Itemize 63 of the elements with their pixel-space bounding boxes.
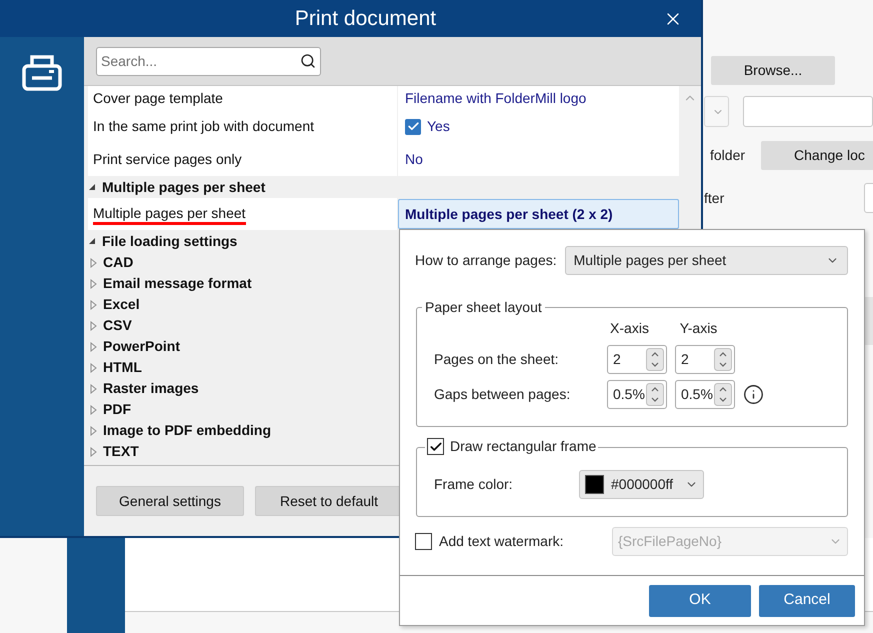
expanded-triangle-icon[interactable] [88, 237, 96, 245]
property-label: In the same print job with document [88, 110, 397, 143]
stepper-arrows-icon[interactable] [714, 383, 732, 406]
color-swatch [585, 474, 604, 494]
stepper-arrows-icon[interactable] [646, 348, 664, 371]
spinner-value: 0.5% [613, 385, 646, 404]
collapsed-triangle-icon[interactable] [90, 300, 97, 310]
collapsed-triangle-icon[interactable] [90, 258, 97, 268]
footer-button[interactable]: General settings [96, 486, 244, 516]
printer-icon [21, 54, 63, 92]
property-value: Yes [427, 117, 450, 136]
property-label: Cover page template [88, 86, 397, 110]
browse-button[interactable]: Browse... [711, 56, 835, 85]
color-dropdown[interactable]: #000000ff [579, 470, 704, 498]
dialog-button[interactable]: OK [649, 584, 751, 616]
field-label: Frame color: [434, 474, 514, 494]
property-value: Filename with FolderMill logo [405, 88, 586, 108]
collapsed-triangle-icon[interactable] [90, 342, 97, 352]
property-value-field[interactable]: Multiple pages per sheet (2 x 2) [398, 199, 679, 229]
collapsed-triangle-icon[interactable] [90, 446, 97, 456]
arrange-label: How to arrange pages: [415, 251, 557, 270]
dialog-button[interactable]: Cancel [759, 584, 855, 616]
checkbox-label: Draw rectangular frame [450, 437, 596, 456]
checkbox[interactable] [427, 438, 444, 455]
collapsed-triangle-icon[interactable] [90, 278, 97, 288]
property-value-cell[interactable]: Filename with FolderMill logo [398, 86, 679, 110]
number-spinner[interactable]: 0.5% [675, 380, 735, 409]
spinner-value: 0.5% [681, 385, 714, 404]
search-icon [300, 53, 316, 69]
number-spinner[interactable]: 0.5% [607, 380, 667, 409]
search-input[interactable]: Search... [101, 50, 300, 72]
column-heading: X-axis [609, 319, 650, 338]
spinner-value: 2 [613, 350, 622, 369]
property-label: Multiple pages per sheet [93, 204, 246, 224]
stepper-arrows-icon[interactable] [646, 383, 664, 406]
stepper-arrows-icon[interactable] [714, 348, 732, 371]
property-value-cell[interactable]: No [398, 143, 679, 176]
expanded-triangle-icon[interactable] [88, 183, 96, 191]
checkbox-label: Add text watermark: [439, 532, 564, 550]
collapsed-triangle-icon[interactable] [90, 404, 97, 414]
arrange-dropdown[interactable]: Multiple pages per sheet [564, 246, 848, 275]
spinner-value: 2 [681, 350, 690, 369]
collapsed-triangle-icon[interactable] [90, 384, 97, 394]
category-header[interactable]: Multiple pages per sheet [84, 176, 679, 198]
property-value-cell[interactable]: Yes [398, 110, 679, 143]
field-label: Pages on the sheet: [434, 350, 560, 369]
number-spinner[interactable]: 2 [675, 345, 735, 374]
field-label: Gaps between pages: [434, 385, 572, 404]
checkbox[interactable] [405, 118, 421, 134]
info-icon[interactable] [743, 384, 764, 405]
folder-label: folder [710, 146, 746, 165]
property-value: No [405, 150, 423, 169]
property-label: Print service pages only [88, 143, 397, 176]
input-field[interactable] [743, 96, 873, 127]
number-spinner[interactable]: 2 [607, 345, 667, 374]
after-label: fter [704, 188, 724, 208]
collapsed-triangle-icon[interactable] [90, 320, 97, 330]
search-field[interactable]: Search... [96, 46, 321, 76]
column-heading: Y-axis [678, 319, 718, 338]
window-title: Print document [294, 6, 436, 32]
collapsed-triangle-icon[interactable] [90, 362, 97, 372]
change-location-button[interactable]: Change loc [761, 141, 873, 170]
collapsed-triangle-icon[interactable] [90, 426, 97, 436]
